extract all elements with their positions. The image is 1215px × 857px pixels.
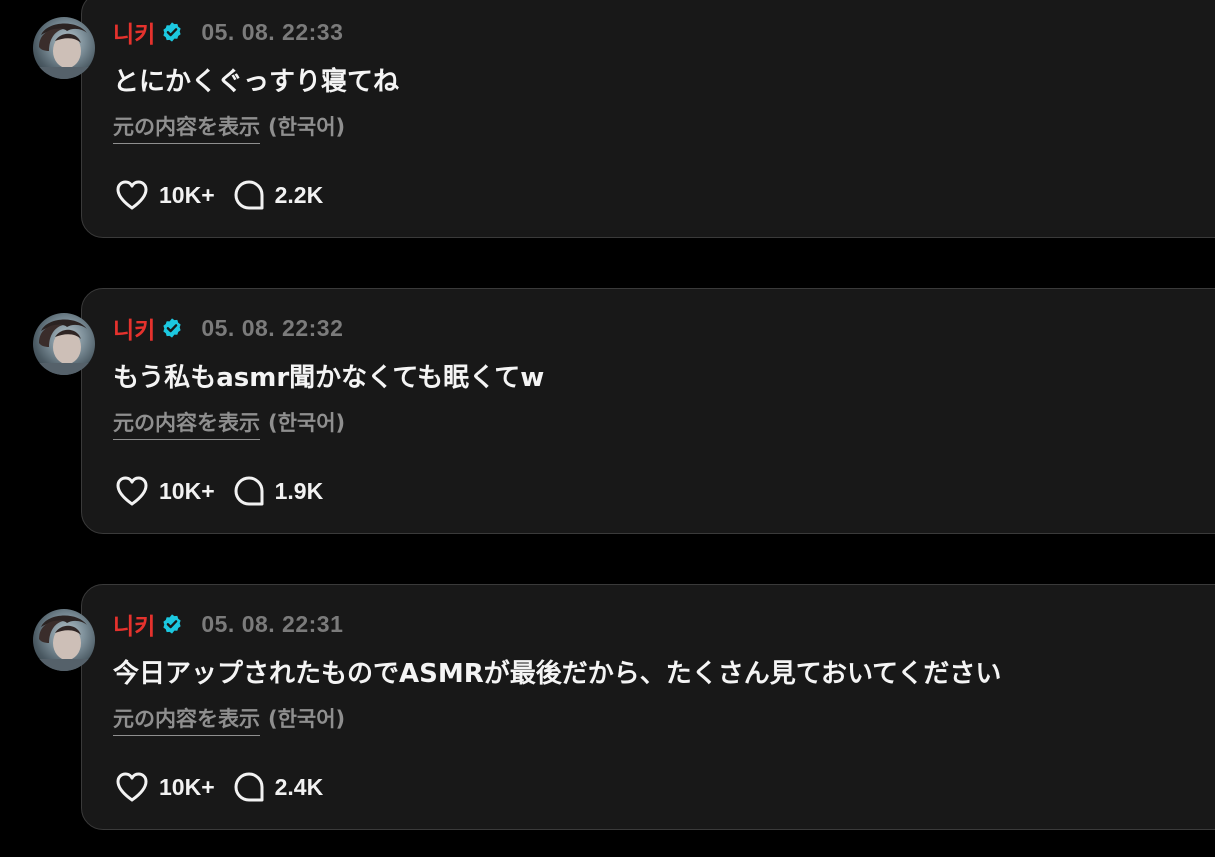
reply-button[interactable]: 1.9K — [233, 475, 324, 507]
post-timestamp: 05. 08. 22:33 — [201, 18, 344, 45]
heart-icon — [116, 772, 148, 802]
like-button[interactable]: 10K+ — [115, 771, 215, 803]
post-card[interactable]: 니키 05. 08. 22:33 とにかくぐっすり寝てね 元の内容を表示 (한국… — [81, 0, 1215, 238]
verified-badge-icon — [161, 317, 183, 339]
post-meta: 니키 05. 08. 22:32 — [113, 311, 343, 345]
show-original-link[interactable]: 元の内容を表示 — [113, 111, 260, 144]
post-actions: 10K+ 1.9K — [115, 473, 323, 509]
translation-toggle: 元の内容を表示 (한국어) — [113, 111, 345, 144]
reply-button[interactable]: 2.2K — [233, 179, 324, 211]
reply-button[interactable]: 2.4K — [233, 771, 324, 803]
heart-icon — [116, 476, 148, 506]
show-original-link[interactable]: 元の内容を表示 — [113, 703, 260, 736]
like-count: 10K+ — [159, 773, 215, 800]
verified-badge-icon — [161, 613, 183, 635]
like-button[interactable]: 10K+ — [115, 179, 215, 211]
translation-toggle: 元の内容を表示 (한국어) — [113, 703, 345, 736]
post-meta: 니키 05. 08. 22:33 — [113, 15, 343, 49]
post-text: 今日アップされたものでASMRが最後だから、たくさん見ておいてください — [113, 659, 1002, 689]
author-name[interactable]: 니키 — [113, 607, 155, 641]
like-button[interactable]: 10K+ — [115, 475, 215, 507]
post-meta: 니키 05. 08. 22:31 — [113, 607, 343, 641]
verified-badge-icon — [161, 21, 183, 43]
translation-toggle: 元の内容を表示 (한국어) — [113, 407, 345, 440]
post-text: とにかくぐっすり寝てね — [113, 67, 400, 97]
original-language-label: (한국어) — [268, 411, 346, 435]
speech-bubble-icon — [234, 772, 264, 802]
heart-icon — [116, 180, 148, 210]
reply-count: 2.4K — [274, 773, 324, 800]
post-card[interactable]: 니키 05. 08. 22:31 今日アップされたものでASMRが最後だから、た… — [81, 584, 1215, 830]
like-count: 10K+ — [159, 181, 215, 208]
post-actions: 10K+ 2.2K — [115, 177, 323, 213]
post-timestamp: 05. 08. 22:32 — [201, 314, 344, 341]
show-original-link[interactable]: 元の内容を表示 — [113, 407, 260, 440]
post-feed: 니키 05. 08. 22:33 とにかくぐっすり寝てね 元の内容を表示 (한국… — [0, 0, 1215, 857]
post-card[interactable]: 니키 05. 08. 22:32 もう私もasmr聞かなくても眠くてw 元の内容… — [81, 288, 1215, 534]
speech-bubble-icon — [234, 180, 264, 210]
author-name[interactable]: 니키 — [113, 15, 155, 49]
post-item[interactable]: 니키 05. 08. 22:32 もう私もasmr聞かなくても眠くてw 元の内容… — [0, 288, 1215, 546]
avatar[interactable] — [33, 609, 95, 671]
post-actions: 10K+ 2.4K — [115, 769, 323, 805]
like-count: 10K+ — [159, 477, 215, 504]
speech-bubble-icon — [234, 476, 264, 506]
reply-count: 1.9K — [274, 477, 324, 504]
original-language-label: (한국어) — [268, 707, 346, 731]
post-timestamp: 05. 08. 22:31 — [201, 610, 344, 637]
avatar[interactable] — [33, 313, 95, 375]
post-text: もう私もasmr聞かなくても眠くてw — [113, 363, 545, 393]
post-item[interactable]: 니키 05. 08. 22:33 とにかくぐっすり寝てね 元の内容を表示 (한국… — [0, 0, 1215, 250]
post-item[interactable]: 니키 05. 08. 22:31 今日アップされたものでASMRが最後だから、た… — [0, 584, 1215, 842]
author-name[interactable]: 니키 — [113, 311, 155, 345]
reply-count: 2.2K — [274, 181, 324, 208]
original-language-label: (한국어) — [268, 115, 346, 139]
avatar[interactable] — [33, 17, 95, 79]
